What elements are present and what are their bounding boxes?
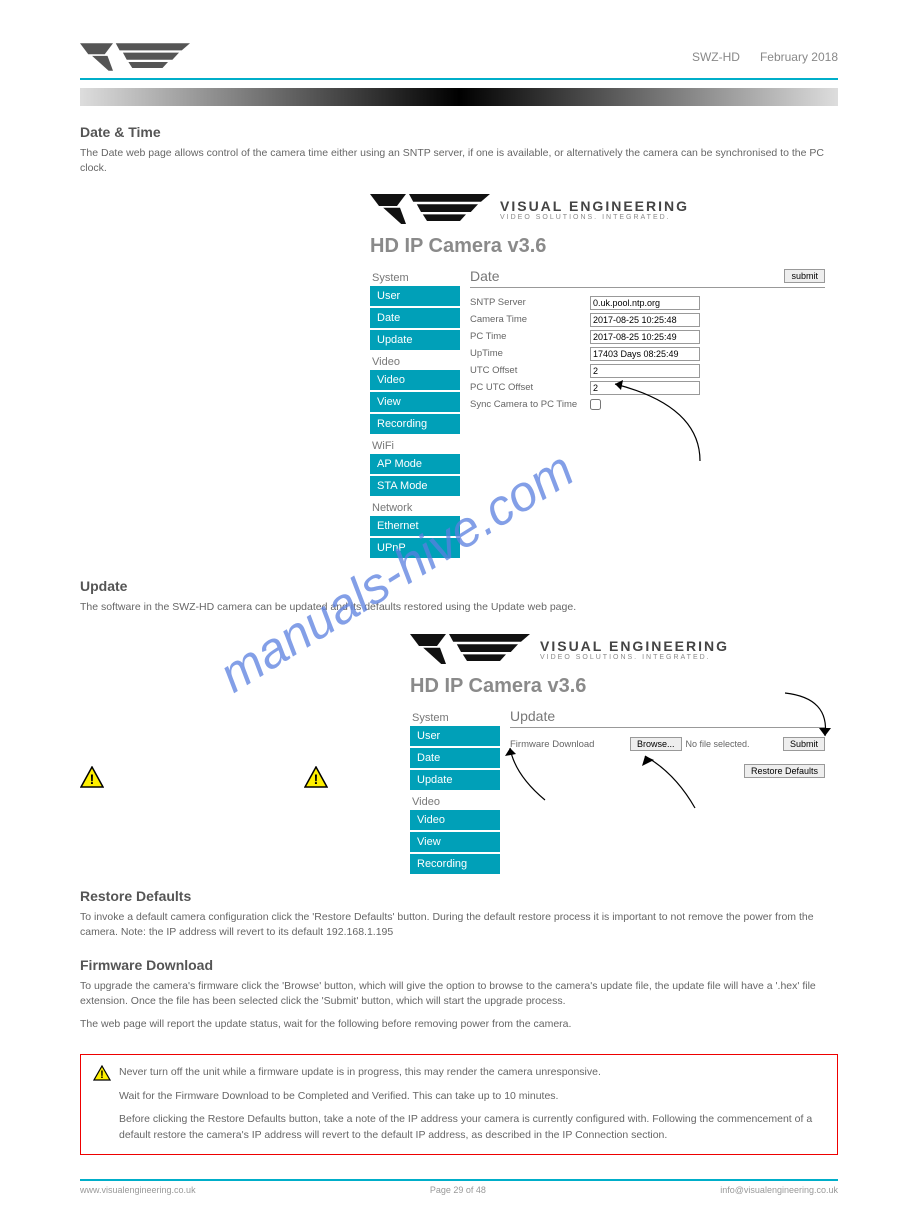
sntp-input[interactable] xyxy=(590,296,700,310)
warning-box: ! Never turn off the unit while a firmwa… xyxy=(80,1054,838,1155)
header-date: February 2018 xyxy=(760,50,838,64)
update-content: Update Firmware Download Browse... No fi… xyxy=(510,708,825,876)
camera-time-label: Camera Time xyxy=(470,314,590,325)
sidebar-cat-system: System xyxy=(410,708,500,726)
svg-text:!: ! xyxy=(314,771,319,787)
update-paragraph: The software in the SWZ-HD camera can be… xyxy=(80,600,838,615)
sidebar-item-recording[interactable]: Recording xyxy=(410,854,500,874)
svg-text:!: ! xyxy=(100,1069,104,1081)
update-screenshot: VISUAL ENGINEERING VIDEO SOLUTIONS. INTE… xyxy=(410,623,825,876)
warning-icon: ! xyxy=(93,1065,111,1081)
sidebar-item-view[interactable]: View xyxy=(370,392,460,412)
pc-utc-offset-input[interactable] xyxy=(590,381,700,395)
pc-time-label: PC Time xyxy=(470,331,590,342)
warn-line-1: Never turn off the unit while a firmware… xyxy=(119,1065,601,1081)
camera-title: HD IP Camera v3.6 xyxy=(370,235,825,258)
brand-line-2: VIDEO SOLUTIONS. INTEGRATED. xyxy=(540,654,729,661)
footer-right: info@visualengineering.co.uk xyxy=(720,1185,838,1195)
submit-button[interactable]: submit xyxy=(784,269,825,283)
sync-checkbox[interactable] xyxy=(590,399,601,410)
footer-page: Page 29 of 48 xyxy=(196,1185,721,1195)
utc-offset-input[interactable] xyxy=(590,364,700,378)
sidebar-item-user[interactable]: User xyxy=(410,726,500,746)
sidebar-item-view[interactable]: View xyxy=(410,832,500,852)
brand-line-1: VISUAL ENGINEERING xyxy=(540,638,729,654)
sidebar-item-upnp[interactable]: UPnP xyxy=(370,538,460,558)
sidebar-cat-network: Network xyxy=(370,498,460,516)
content-title: Update xyxy=(510,708,825,724)
brand-text: VISUAL ENGINEERING VIDEO SOLUTIONS. INTE… xyxy=(540,638,729,661)
sync-label: Sync Camera to PC Time xyxy=(470,399,590,410)
warning-icon: ! xyxy=(80,766,104,788)
sidebar-cat-wifi: WiFi xyxy=(370,436,460,454)
restore-defaults-button[interactable]: Restore Defaults xyxy=(744,764,825,778)
no-file-label: No file selected. xyxy=(686,739,750,749)
uptime-input[interactable] xyxy=(590,347,700,361)
page-footer: www.visualengineering.co.uk Page 29 of 4… xyxy=(80,1179,838,1195)
sidebar: System User Date Update Video Video View… xyxy=(370,268,460,560)
date-paragraph: The Date web page allows control of the … xyxy=(80,146,838,175)
brand-line-2: VIDEO SOLUTIONS. INTEGRATED. xyxy=(500,214,689,221)
warning-icon: ! xyxy=(304,766,328,788)
ve-logo-icon xyxy=(410,629,530,669)
firmware-heading: Firmware Download xyxy=(80,957,838,973)
sidebar-item-date[interactable]: Date xyxy=(370,308,460,328)
svg-text:!: ! xyxy=(90,771,95,787)
date-heading: Date & Time xyxy=(80,124,838,140)
sidebar-item-video[interactable]: Video xyxy=(370,370,460,390)
camera-time-input[interactable] xyxy=(590,313,700,327)
warn-line-2: Wait for the Firmware Download to be Com… xyxy=(119,1089,825,1105)
firmware-label: Firmware Download xyxy=(510,739,630,750)
sidebar-item-user[interactable]: User xyxy=(370,286,460,306)
pc-time-input[interactable] xyxy=(590,330,700,344)
sidebar-item-recording[interactable]: Recording xyxy=(370,414,460,434)
uptime-label: UpTime xyxy=(470,348,590,359)
sidebar-item-sta-mode[interactable]: STA Mode xyxy=(370,476,460,496)
submit-button[interactable]: Submit xyxy=(783,737,825,751)
date-content: Date submit SNTP Server Camera Time PC T… xyxy=(470,268,825,560)
page-header: SWZ-HD February 2018 xyxy=(80,40,838,80)
firmware-paragraph-2: The web page will report the update stat… xyxy=(80,1017,838,1032)
sidebar: System User Date Update Video Video View… xyxy=(410,708,500,876)
camera-title: HD IP Camera v3.6 xyxy=(410,675,825,698)
date-screenshot: VISUAL ENGINEERING VIDEO SOLUTIONS. INTE… xyxy=(370,183,825,560)
ve-logo-icon xyxy=(80,40,190,74)
arrow-icon xyxy=(640,748,710,818)
sntp-label: SNTP Server xyxy=(470,297,590,308)
footer-left: www.visualengineering.co.uk xyxy=(80,1185,196,1195)
sidebar-item-ap-mode[interactable]: AP Mode xyxy=(370,454,460,474)
update-heading: Update xyxy=(80,578,838,594)
header-model: SWZ-HD xyxy=(692,50,740,64)
sidebar-item-update[interactable]: Update xyxy=(410,770,500,790)
brand-line-1: VISUAL ENGINEERING xyxy=(500,198,689,214)
browse-button[interactable]: Browse... xyxy=(630,737,682,751)
sidebar-cat-system: System xyxy=(370,268,460,286)
sidebar-cat-video: Video xyxy=(410,792,500,810)
ve-logo-icon xyxy=(370,189,490,229)
brand-text: VISUAL ENGINEERING VIDEO SOLUTIONS. INTE… xyxy=(500,198,689,221)
sidebar-cat-video: Video xyxy=(370,352,460,370)
content-title: Date xyxy=(470,268,784,284)
gradient-bar xyxy=(80,88,838,106)
restore-defaults-paragraph: To invoke a default camera configuration… xyxy=(80,910,838,939)
warn-line-3: Before clicking the Restore Defaults but… xyxy=(119,1112,825,1144)
sidebar-item-update[interactable]: Update xyxy=(370,330,460,350)
utc-offset-label: UTC Offset xyxy=(470,365,590,376)
restore-defaults-heading: Restore Defaults xyxy=(80,888,838,904)
sidebar-item-date[interactable]: Date xyxy=(410,748,500,768)
sidebar-item-video[interactable]: Video xyxy=(410,810,500,830)
pc-utc-offset-label: PC UTC Offset xyxy=(470,382,590,393)
firmware-paragraph-1: To upgrade the camera's firmware click t… xyxy=(80,979,838,1008)
sidebar-item-ethernet[interactable]: Ethernet xyxy=(370,516,460,536)
